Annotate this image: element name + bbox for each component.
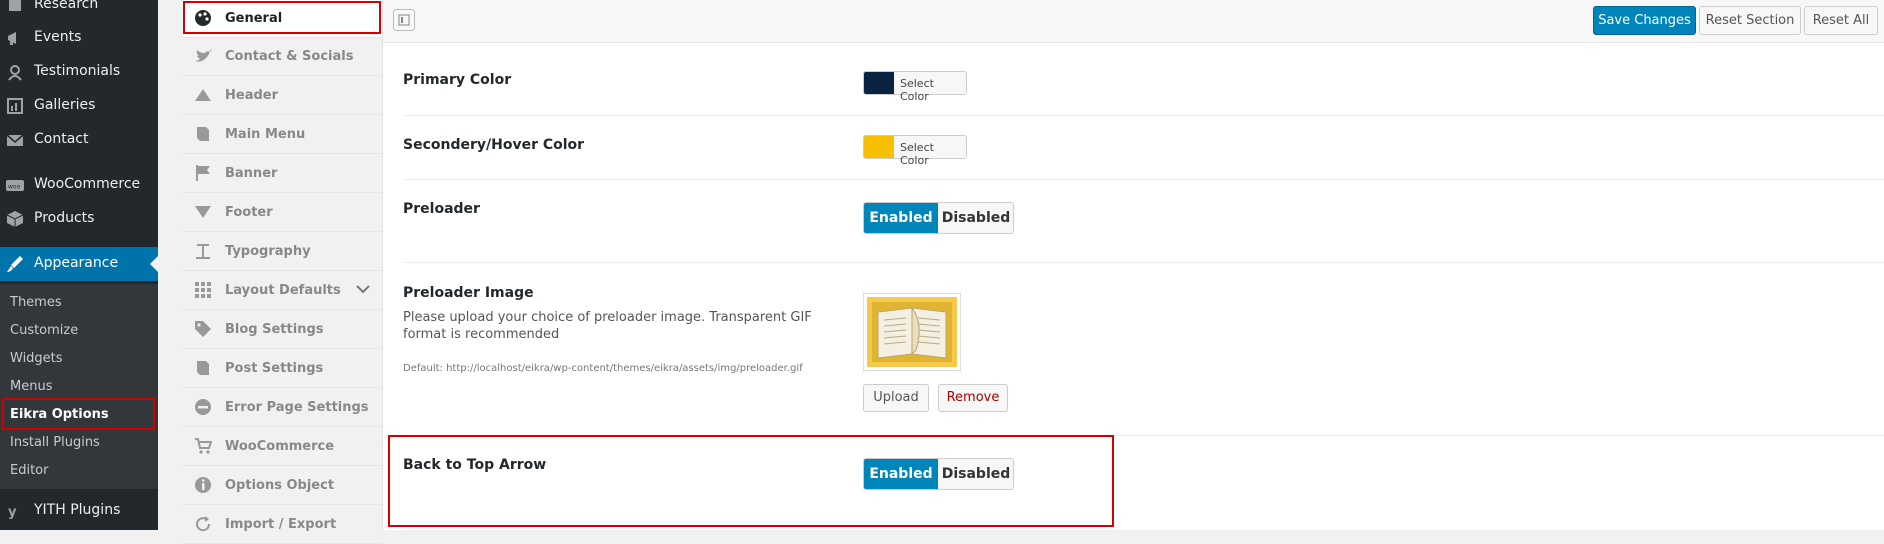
- options-sidebar: General Contact & Socials Header Main Me…: [182, 0, 383, 544]
- menu-item-galleries[interactable]: Galleries: [0, 89, 158, 123]
- highlight-general-section: [183, 1, 381, 34]
- submenu-editor[interactable]: Editor: [10, 463, 48, 478]
- megaphone-icon: [6, 29, 24, 47]
- primary-color-picker[interactable]: Select Color: [863, 71, 967, 103]
- section-import-export[interactable]: Import / Export: [182, 506, 382, 544]
- admin-menu: Research Events Testimonials Galleries C…: [0, 0, 158, 530]
- chevron-down-icon[interactable]: [356, 283, 370, 298]
- setting-default-path: Default: http://localhost/eikra/wp-conte…: [403, 363, 803, 374]
- tags-icon: [194, 320, 212, 338]
- refresh-icon: [194, 515, 212, 533]
- row-preloader-image: Preloader Image Please upload your choic…: [403, 263, 1884, 436]
- color-swatch: [864, 136, 894, 158]
- row-preloader: Preloader Enabled Disabled: [403, 180, 1884, 263]
- reset-all-button[interactable]: Reset All: [1804, 6, 1878, 35]
- book-icon: [194, 359, 212, 377]
- expand-options-button[interactable]: [393, 9, 415, 31]
- preloader-toggle[interactable]: Enabled Disabled: [863, 202, 1014, 234]
- section-blog-settings[interactable]: Blog Settings: [182, 311, 382, 349]
- triangle-down-icon: [194, 203, 212, 221]
- book-icon: [194, 125, 212, 143]
- gallery-icon: [6, 97, 24, 115]
- info-icon: [194, 476, 212, 494]
- twitter-icon: [194, 47, 212, 65]
- appearance-submenu: Themes Customize Widgets Menus Eikra Opt…: [0, 284, 158, 489]
- menu-item-contact[interactable]: Contact: [0, 123, 158, 157]
- section-banner[interactable]: Banner: [182, 155, 382, 193]
- row-hover-color: Secondery/Hover Color Select Color: [403, 115, 1884, 180]
- upload-button[interactable]: Upload: [863, 384, 929, 412]
- section-footer[interactable]: Footer: [182, 194, 382, 232]
- cart-icon: [194, 437, 213, 455]
- svg-text:woo: woo: [8, 184, 21, 191]
- setting-title: Secondery/Hover Color: [403, 137, 585, 153]
- hover-color-picker[interactable]: Select Color: [863, 135, 967, 167]
- section-contact-socials[interactable]: Contact & Socials: [182, 38, 382, 76]
- menu-item-events[interactable]: Events: [0, 21, 158, 55]
- menu-item-appearance[interactable]: Appearance: [0, 247, 158, 281]
- minus-circle-icon: [194, 398, 212, 416]
- highlight-back-to-top: [388, 435, 1114, 527]
- options-toolbar: Save Changes Reset Section Reset All: [383, 0, 1884, 43]
- menu-item-yith-plugins[interactable]: y YITH Plugins: [0, 494, 158, 528]
- remove-button[interactable]: Remove: [938, 384, 1008, 412]
- testimonials-icon: [6, 63, 24, 81]
- select-color-label: Select Color: [900, 141, 934, 167]
- text-icon: [194, 242, 212, 260]
- menu-item-products[interactable]: Products: [0, 202, 158, 236]
- enabled-option[interactable]: Enabled: [864, 203, 938, 233]
- section-header[interactable]: Header: [182, 77, 382, 115]
- submenu-themes[interactable]: Themes: [10, 295, 62, 310]
- section-layout-defaults[interactable]: Layout Defaults: [182, 272, 382, 310]
- triangle-up-icon: [194, 86, 212, 104]
- color-swatch: [864, 72, 894, 94]
- email-icon: [6, 131, 24, 149]
- woo-icon: woo: [6, 176, 24, 194]
- disabled-option[interactable]: Disabled: [939, 203, 1013, 233]
- menu-item-woocommerce[interactable]: woo WooCommerce: [0, 168, 158, 202]
- section-options-object[interactable]: Options Object: [182, 467, 382, 505]
- menu-item-research[interactable]: Research: [0, 0, 158, 22]
- section-error-page-settings[interactable]: Error Page Settings: [182, 389, 382, 427]
- research-icon: [6, 0, 24, 14]
- section-woocommerce[interactable]: WooCommerce: [182, 428, 382, 466]
- select-color-label: Select Color: [900, 77, 934, 103]
- setting-title: Preloader: [403, 201, 480, 217]
- save-changes-button[interactable]: Save Changes: [1593, 6, 1696, 35]
- menu-item-testimonials[interactable]: Testimonials: [0, 55, 158, 89]
- setting-title: Preloader Image: [403, 285, 534, 301]
- submenu-widgets[interactable]: Widgets: [10, 351, 63, 366]
- submenu-menus[interactable]: Menus: [10, 379, 52, 394]
- preloader-image-preview: [863, 293, 961, 371]
- reset-section-button[interactable]: Reset Section: [1699, 6, 1801, 35]
- grid-icon: [194, 281, 212, 299]
- row-primary-color: Primary Color Select Color: [403, 43, 1884, 116]
- submenu-install-plugins[interactable]: Install Plugins: [10, 435, 100, 450]
- setting-title: Primary Color: [403, 72, 512, 88]
- section-main-menu[interactable]: Main Menu: [182, 116, 382, 154]
- highlight-eikra-options: [2, 398, 155, 430]
- yith-icon: y: [6, 502, 24, 520]
- box-icon: [6, 210, 24, 228]
- section-post-settings[interactable]: Post Settings: [182, 350, 382, 388]
- section-typography[interactable]: Typography: [182, 233, 382, 271]
- submenu-customize[interactable]: Customize: [10, 323, 78, 338]
- svg-text:y: y: [8, 505, 17, 520]
- setting-description: Please upload your choice of preloader i…: [403, 310, 812, 342]
- flag-icon: [194, 164, 212, 182]
- brush-icon: [6, 255, 24, 273]
